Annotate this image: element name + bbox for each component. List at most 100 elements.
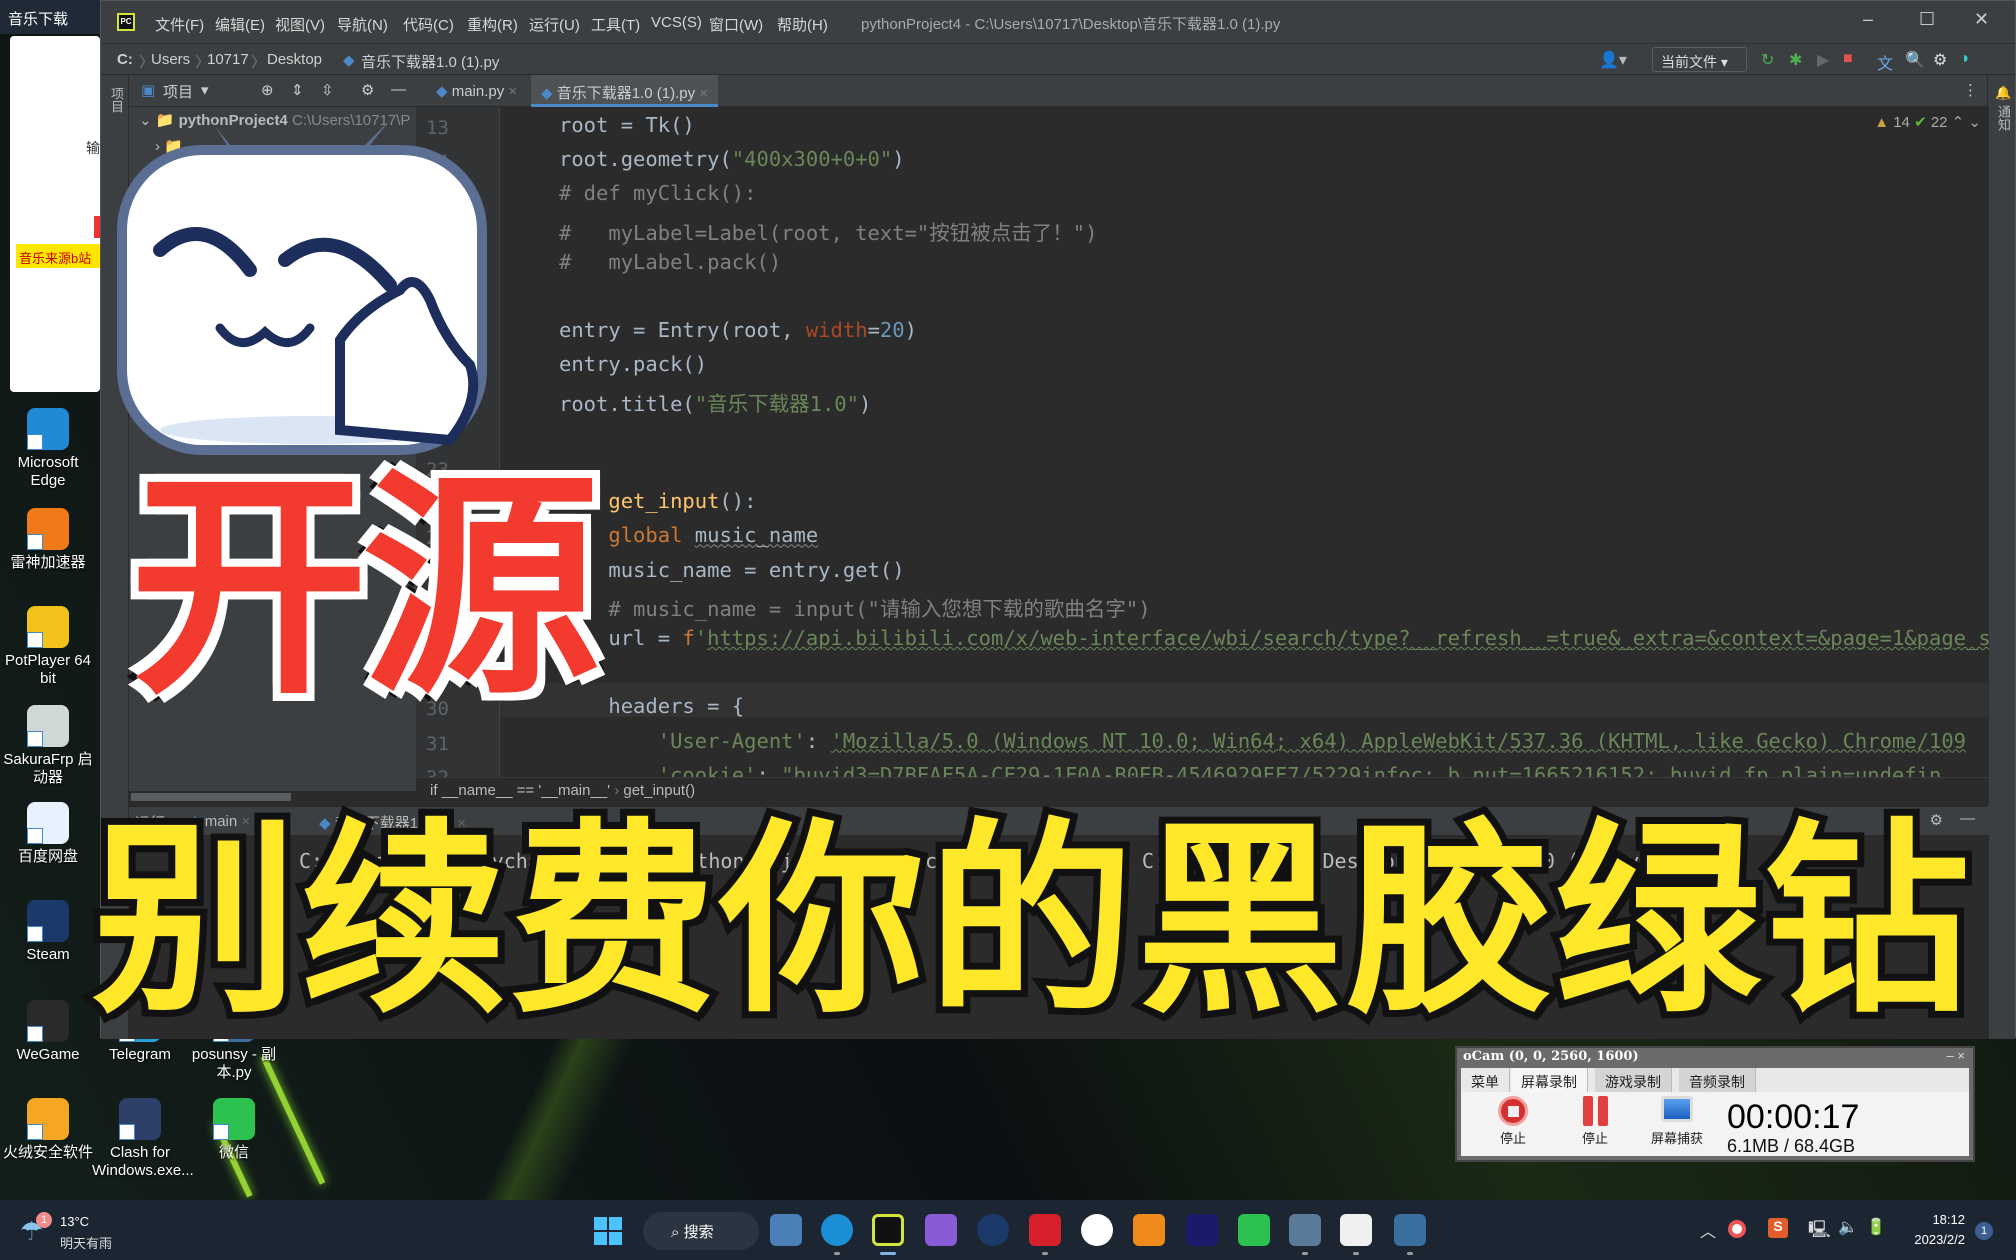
close-button[interactable]: ✕ [1974, 9, 1989, 30]
menu-item[interactable]: 导航(N) [337, 14, 388, 35]
maximize-button[interactable]: ☐ [1919, 9, 1935, 30]
desktop-icon[interactable]: SakuraFrp 启动器 [0, 705, 96, 787]
ocam-tab-menu[interactable]: 菜单 [1461, 1068, 1510, 1092]
translate-icon[interactable]: 文 [1877, 50, 1893, 74]
desktop-icon[interactable]: WeGame [0, 1000, 96, 1064]
steam-taskbar-icon[interactable] [977, 1214, 1009, 1246]
crumb-file[interactable]: 音乐下载器1.0 (1).py [361, 51, 499, 72]
ocam-tab-game-record[interactable]: 游戏录制 [1595, 1068, 1672, 1092]
weather-temp[interactable]: 13°C [60, 1214, 89, 1229]
desktop-icon[interactable]: 百度网盘 [0, 802, 96, 866]
menu-item[interactable]: 窗口(W) [709, 14, 763, 35]
hide-icon[interactable]: — [391, 81, 406, 98]
edge-taskbar-icon[interactable] [821, 1214, 853, 1246]
close-tab-icon[interactable]: × [699, 85, 708, 102]
menu-item[interactable]: VCS(S) [651, 14, 702, 31]
breadcrumb-function[interactable]: get_input() [623, 782, 695, 799]
desktop-icon[interactable]: 微信 [186, 1098, 282, 1162]
netease-music-taskbar-icon[interactable] [1029, 1214, 1061, 1246]
menu-item[interactable]: 重构(R) [467, 14, 518, 35]
desktop-icon[interactable]: Steam [0, 900, 96, 964]
premiere-taskbar-icon[interactable] [1186, 1214, 1218, 1246]
gear-icon[interactable]: ⚙ [1933, 50, 1947, 70]
code-token: get_input [608, 489, 720, 514]
clock-date[interactable]: 2023/2/2 [1890, 1232, 1965, 1247]
android-studio-taskbar-icon[interactable] [1081, 1214, 1113, 1246]
project-tab[interactable]: 项目 [163, 81, 193, 102]
horizontal-scrollbar[interactable] [131, 793, 291, 801]
battery-icon[interactable]: 🔋 [1866, 1217, 1886, 1237]
right-tool-strip: 🔔 通知 [1987, 75, 2015, 1039]
menu-item[interactable]: 视图(V) [275, 14, 325, 35]
everything-taskbar-icon[interactable] [1133, 1214, 1165, 1246]
tab-main-py[interactable]: ◆ main.py × [426, 75, 527, 107]
weather-desc[interactable]: 明天有雨 [60, 1233, 112, 1252]
ocam-tab-audio-record[interactable]: 音频录制 [1679, 1068, 1756, 1092]
volume-icon[interactable]: 🔈 [1838, 1217, 1858, 1237]
more-icon[interactable]: ⋮ [1963, 81, 1978, 99]
desktop-icon[interactable]: Clash for Windows.exe... [92, 1098, 194, 1180]
coverage-icon[interactable]: ▶ [1817, 50, 1829, 70]
menu-item[interactable]: 编辑(E) [215, 14, 265, 35]
bell-icon[interactable]: 🔔 [1995, 85, 2015, 101]
user-icon[interactable]: 👤▾ [1599, 50, 1627, 70]
start-button[interactable] [594, 1217, 622, 1245]
menu-item[interactable]: 文件(F) [155, 14, 204, 35]
breadcrumb-main[interactable]: if __name__ == '__main__' [430, 782, 610, 799]
crumb-users[interactable]: Users [151, 51, 190, 68]
chevron-down-icon[interactable]: ▾ [201, 81, 209, 99]
close-tab-icon[interactable]: × [508, 83, 517, 100]
search-icon[interactable]: 🔍 [1905, 50, 1925, 70]
app-shortcut-icon [119, 1098, 161, 1140]
crumb-drive[interactable]: C: [117, 51, 133, 68]
clock-time[interactable]: 18:12 [1905, 1212, 1965, 1227]
ocam-tab-screen-record[interactable]: 屏幕录制 [1511, 1068, 1588, 1092]
ocam-capture-button[interactable]: 屏幕捕获 [1647, 1096, 1707, 1147]
ocam-taskbar-icon[interactable] [1340, 1214, 1372, 1246]
run-config-dropdown[interactable]: 当前文件 ▾ [1652, 47, 1747, 72]
minimize-button[interactable]: – [1863, 9, 1873, 30]
desktop-icon[interactable]: 火绒安全软件 [0, 1098, 96, 1162]
menu-item[interactable]: 工具(T) [591, 14, 640, 35]
settings-taskbar-icon[interactable] [770, 1214, 802, 1246]
stop-icon[interactable]: ■ [1843, 50, 1853, 68]
crumb-user[interactable]: 10717 [207, 51, 249, 68]
ocam-tray-icon[interactable] [1728, 1220, 1746, 1238]
crumb-desktop[interactable]: Desktop [267, 51, 322, 68]
ocam-window-controls[interactable]: – × [1947, 1048, 1965, 1063]
plugin-icon[interactable]: ◗ [1961, 50, 1971, 68]
collapse-all-icon[interactable]: ⇳ [321, 81, 334, 99]
sogou-ime-icon[interactable]: S [1768, 1218, 1788, 1238]
pycharm-taskbar-icon[interactable] [872, 1214, 904, 1246]
code-token: entry = Entry(root, [559, 318, 806, 343]
menu-item[interactable]: 运行(U) [529, 14, 580, 35]
desktop-icon-label: PotPlayer 64 bit [5, 652, 91, 687]
calculator-taskbar-icon[interactable] [1289, 1214, 1321, 1246]
visual-studio-taskbar-icon[interactable] [925, 1214, 957, 1246]
desktop-icon[interactable]: PotPlayer 64 bit [0, 606, 96, 688]
search-box[interactable]: ⌕ 搜索 [643, 1212, 759, 1250]
notifications-side-tab[interactable]: 通知 [1994, 105, 2013, 131]
wechat-taskbar-icon[interactable] [1238, 1214, 1270, 1246]
expand-all-icon[interactable]: ⇕ [291, 81, 304, 99]
ocam-stop-button[interactable]: 停止 [1483, 1096, 1543, 1147]
python-idle-taskbar-icon[interactable] [1394, 1214, 1426, 1246]
notification-badge[interactable]: 1 [1975, 1222, 1993, 1240]
gear-icon[interactable]: ⚙ [361, 81, 374, 99]
ocam-pause-button[interactable]: 停止 [1565, 1096, 1625, 1147]
music-downloader-window-title[interactable]: 音乐下载 [0, 0, 100, 34]
menu-item[interactable]: 帮助(H) [777, 14, 828, 35]
locate-icon[interactable]: ⊕ [261, 81, 274, 99]
rerun-icon[interactable]: ↻ [1761, 50, 1774, 70]
desktop-icon[interactable]: Microsoft Edge [0, 408, 96, 490]
menu-item[interactable]: 代码(C) [403, 14, 454, 35]
network-icon[interactable]: 🖳 [1808, 1217, 1831, 1246]
app-shortcut-icon [27, 802, 69, 844]
tab-music-downloader[interactable]: ◆ 音乐下载器1.0 (1).py × [531, 75, 719, 107]
debug-icon[interactable]: ✱ [1789, 50, 1802, 70]
tray-overflow-icon[interactable]: ︿ [1700, 1218, 1716, 1242]
desktop-icon[interactable]: 雷神加速器 [0, 508, 96, 572]
code-editor[interactable]: 13root = Tk()14root.geometry("400x300+0+… [416, 107, 1989, 791]
inspection-widget[interactable]: ▲ 14 ✔ 22 ⌃ ⌄ [1874, 113, 1981, 131]
